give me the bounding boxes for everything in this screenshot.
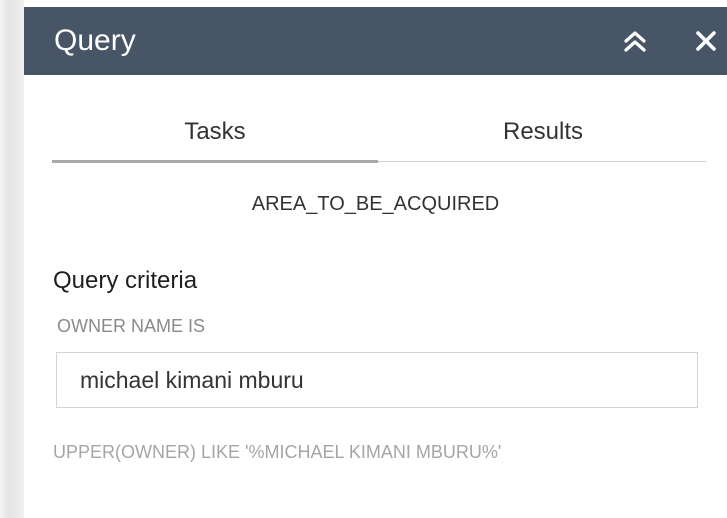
tab-bar: Tasks Results bbox=[52, 111, 706, 163]
query-expression: UPPER(OWNER) LIKE '%MICHAEL KIMANI MBURU… bbox=[53, 442, 502, 462]
panel-header: Query bbox=[24, 7, 727, 75]
double-chevron-up-icon bbox=[624, 31, 646, 52]
query-criteria-heading: Query criteria bbox=[53, 267, 198, 294]
background-map-edge bbox=[0, 0, 24, 518]
owner-name-input[interactable] bbox=[56, 352, 698, 408]
query-widget-panel: Query Tasks Results AREA_TO_BE_ACQUIRED … bbox=[24, 7, 727, 518]
query-layer-name: AREA_TO_BE_ACQUIRED bbox=[251, 193, 500, 215]
active-tab-indicator bbox=[52, 160, 378, 163]
tab-results[interactable]: Results bbox=[380, 111, 706, 159]
close-icon bbox=[696, 31, 716, 51]
owner-name-label: OWNER NAME IS bbox=[57, 316, 206, 336]
panel-title: Query bbox=[54, 24, 136, 57]
collapse-button[interactable] bbox=[621, 27, 649, 55]
close-button[interactable] bbox=[692, 27, 720, 55]
tab-tasks[interactable]: Tasks bbox=[52, 111, 378, 159]
